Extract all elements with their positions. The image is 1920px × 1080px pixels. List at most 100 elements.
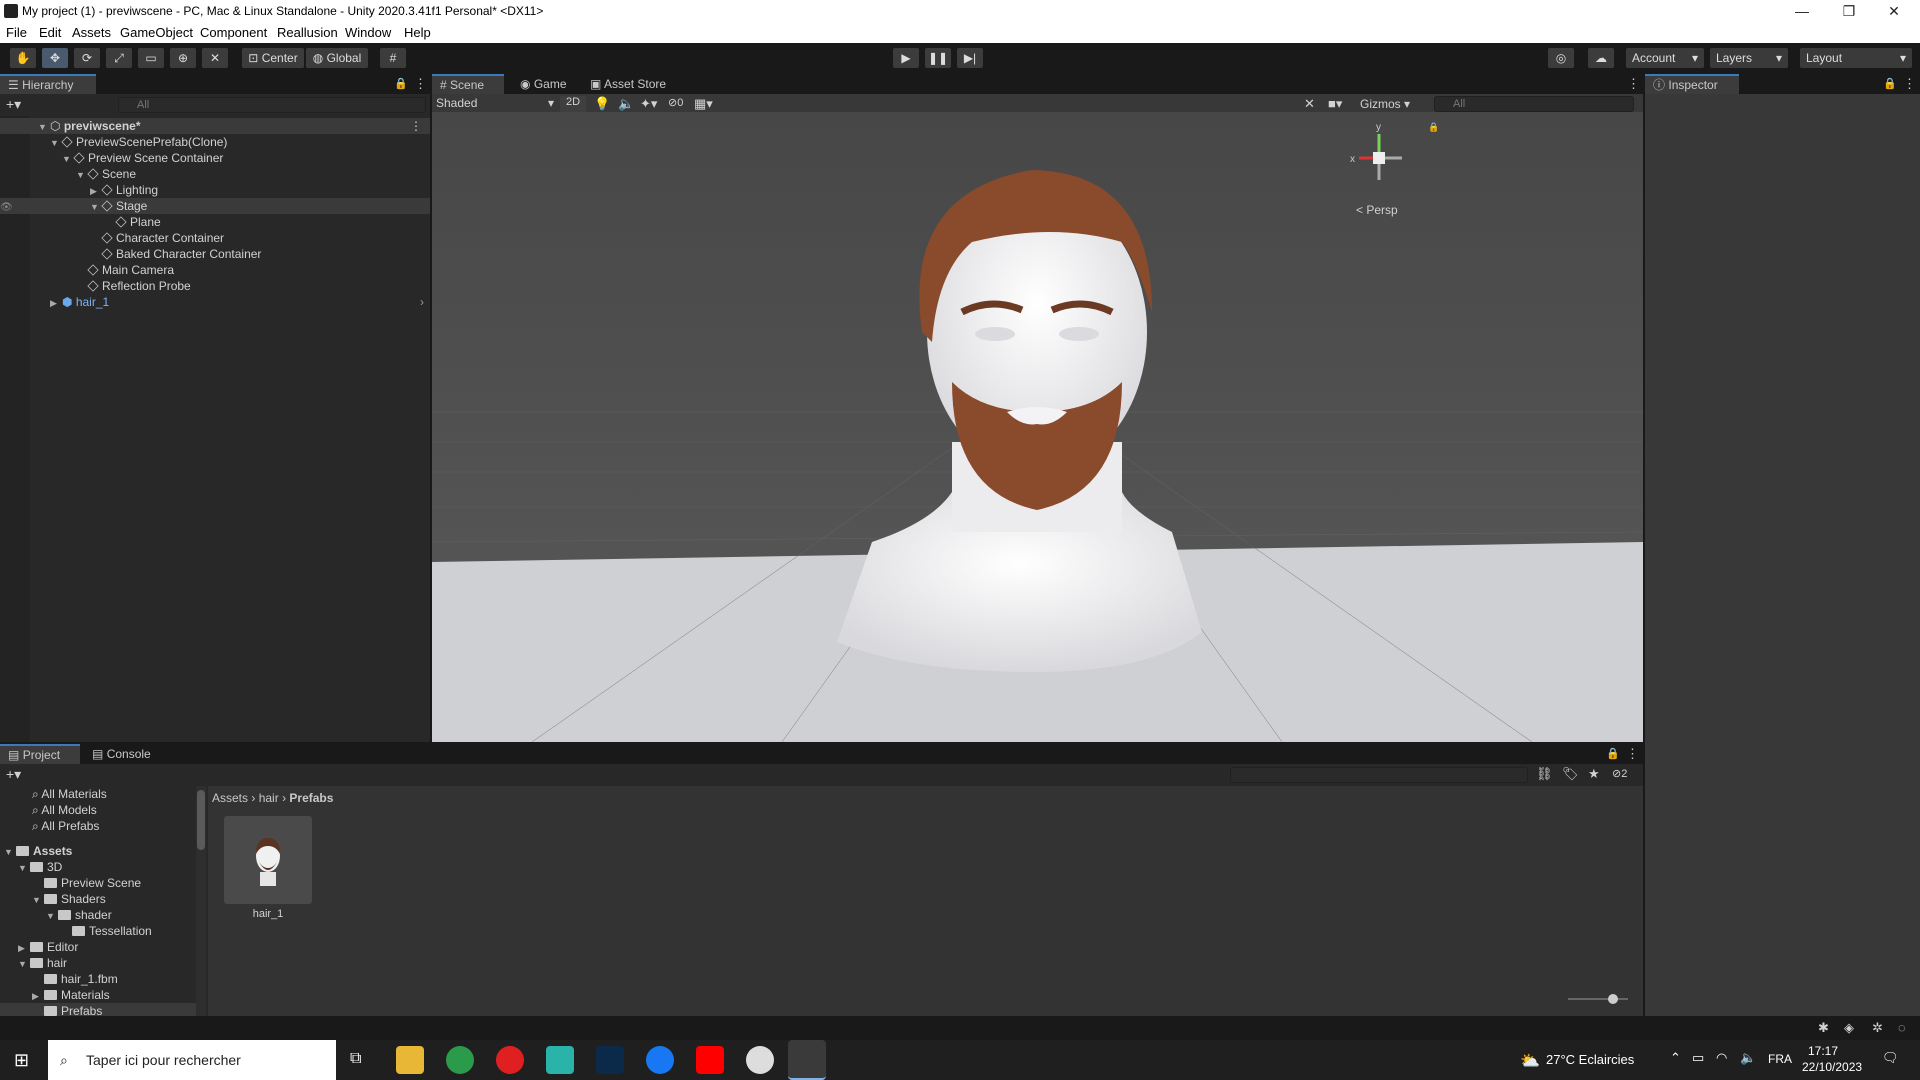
kebab-menu-icon[interactable]: ⋮ [414, 76, 427, 92]
folder-item[interactable]: ▶ Materials [0, 987, 196, 1003]
breadcrumb-prefabs[interactable]: Prefabs [289, 791, 333, 805]
tab-game[interactable]: ◉ Game [512, 74, 576, 94]
tab-scene[interactable]: # Scene [432, 74, 504, 94]
folder-item[interactable]: Tessellation [0, 923, 196, 939]
weather-label[interactable]: 27°C Eclaircies [1546, 1052, 1634, 1067]
menu-file[interactable]: File [6, 25, 27, 40]
hidden-packages-toggle[interactable]: ⊘2 [1612, 767, 1627, 780]
folder-item[interactable]: hair_1.fbm [0, 971, 196, 987]
expand-arrow-icon[interactable]: ▼ [46, 908, 58, 924]
hierarchy-item[interactable]: ▼ ⬡ previwscene* ⋮ [0, 118, 430, 134]
menu-edit[interactable]: Edit [39, 25, 61, 40]
kebab-menu-icon[interactable]: ⋮ [410, 118, 422, 134]
rect-tool-button[interactable]: ▭ [138, 48, 164, 68]
menu-reallusion[interactable]: Reallusion [277, 25, 338, 40]
effects-toggle-icon[interactable]: ✦▾ [640, 96, 657, 112]
snap-button[interactable]: # [380, 48, 406, 68]
tab-inspector[interactable]: ⓘ Inspector [1645, 74, 1739, 94]
folder-item[interactable]: ▼ shader [0, 907, 196, 923]
custom-tool-button[interactable]: ✕ [202, 48, 228, 68]
folder-tree-scrollbar[interactable] [196, 786, 206, 1016]
wifi-icon[interactable]: ◠ [1716, 1050, 1727, 1066]
step-button[interactable]: ▶| [957, 48, 983, 68]
speaker-icon[interactable]: 🔈 [1740, 1050, 1756, 1066]
expand-arrow-icon[interactable]: ▶ [32, 988, 44, 1004]
kebab-menu-icon[interactable]: ⋮ [1903, 76, 1916, 92]
folder-item[interactable]: ▼ 3D [0, 859, 196, 875]
language-indicator[interactable]: FRA [1768, 1052, 1792, 1066]
file-explorer-icon[interactable] [396, 1046, 424, 1074]
hierarchy-item[interactable]: ▶ ⬢ hair_1 › [0, 294, 430, 310]
expand-arrow-icon[interactable]: ▼ [50, 135, 62, 151]
zoom-slider[interactable] [1568, 994, 1628, 1004]
menu-assets[interactable]: Assets [72, 25, 111, 40]
folder-item[interactable]: Prefabs [0, 1003, 196, 1016]
menu-window[interactable]: Window [345, 25, 391, 40]
pivot-toggle[interactable]: ⊡ Center [242, 48, 304, 68]
rotate-tool-button[interactable]: ⟳ [74, 48, 100, 68]
tab-hierarchy[interactable]: ☰ Hierarchy [0, 74, 96, 94]
toggle-2d-button[interactable]: 2D [560, 96, 586, 112]
task-view-icon[interactable]: ⧉ [350, 1050, 361, 1068]
play-button[interactable]: ▶ [893, 48, 919, 68]
shading-mode-dropdown[interactable]: Shaded ▾ [436, 96, 554, 112]
expand-arrow-icon[interactable]: ▶ [18, 940, 30, 956]
photoshop-icon[interactable] [596, 1046, 624, 1074]
breadcrumb-hair[interactable]: hair [259, 791, 279, 805]
cloud-button[interactable]: ☁ [1588, 48, 1614, 68]
expand-arrow-icon[interactable]: ▼ [4, 844, 16, 860]
hidden-objects-toggle[interactable]: ⊘0 [668, 96, 683, 109]
minimize-button[interactable]: — [1780, 0, 1824, 22]
hierarchy-item[interactable]: Reflection Probe [0, 278, 430, 294]
folder-item[interactable]: ▼ Shaders [0, 891, 196, 907]
create-asset-button[interactable]: +▾ [6, 766, 21, 783]
expand-arrow-icon[interactable]: ▼ [32, 892, 44, 908]
hierarchy-search-input[interactable]: All [118, 97, 426, 113]
lock-icon[interactable]: 🔒 [1883, 77, 1897, 90]
kebab-menu-icon[interactable]: ⋮ [1627, 76, 1640, 92]
grid-toggle-icon[interactable]: ▦▾ [694, 96, 713, 112]
gizmos-dropdown[interactable]: Gizmos ▾ [1360, 97, 1410, 111]
expand-arrow-icon[interactable]: ▶ [90, 183, 102, 199]
move-tool-button[interactable]: ✥ [42, 48, 68, 68]
tab-project[interactable]: ▤ Project [0, 744, 80, 764]
camera-icon[interactable]: ■▾ [1328, 96, 1342, 112]
filter-type-icon[interactable]: ⛓ [1536, 766, 1553, 782]
facebook-icon[interactable] [646, 1046, 674, 1074]
projection-label[interactable]: < Persp [1356, 203, 1398, 217]
lock-icon[interactable]: 🔒 [394, 77, 408, 90]
scene-search-input[interactable]: All [1434, 96, 1634, 112]
meet-icon[interactable]: ▭ [1692, 1050, 1704, 1066]
folder-item[interactable]: ▶ Editor [0, 939, 196, 955]
expand-arrow-icon[interactable]: ▼ [76, 167, 88, 183]
hierarchy-item[interactable]: Main Camera [0, 262, 430, 278]
scale-tool-button[interactable]: ⤢ [106, 48, 132, 68]
tools-icon[interactable]: ✕ [1304, 96, 1315, 112]
folder-item[interactable]: ▼ hair [0, 955, 196, 971]
clock-time[interactable]: 17:17 [1808, 1044, 1838, 1058]
hierarchy-item[interactable]: 👁 ▼ Stage [0, 198, 430, 214]
unity-editor-icon[interactable] [788, 1040, 826, 1080]
unity-hub-icon[interactable] [746, 1046, 774, 1074]
taskbar-search-input[interactable]: ⌕ Taper ici pour rechercher [48, 1040, 336, 1080]
debug-icon[interactable]: ✲ [1872, 1020, 1883, 1036]
hierarchy-item[interactable]: Plane [0, 214, 430, 230]
zoom-slider-handle[interactable] [1608, 994, 1618, 1004]
audio-toggle-icon[interactable]: 🔈 [618, 96, 634, 112]
favorite-item[interactable]: ⌕ All Models [0, 802, 196, 818]
favorite-item[interactable]: ⌕ All Materials [0, 786, 196, 802]
hierarchy-item[interactable]: ▼ PreviewScenePrefab(Clone) [0, 134, 430, 150]
bug-off-icon[interactable]: ✱ [1818, 1020, 1829, 1036]
close-button[interactable]: ✕ [1872, 0, 1916, 22]
folder-item[interactable]: ▼ Assets [0, 843, 196, 859]
favorite-star-icon[interactable]: ★ [1588, 766, 1600, 782]
expand-arrow-icon[interactable]: ▶ [50, 295, 62, 311]
hierarchy-item[interactable]: ▼ Preview Scene Container [0, 150, 430, 166]
tab-console[interactable]: ▤ Console [84, 744, 164, 764]
transform-tool-button[interactable]: ⊕ [170, 48, 196, 68]
scene-viewport[interactable]: y x 🔒 < Persp [432, 112, 1643, 742]
collab-button[interactable]: ◎ [1548, 48, 1574, 68]
progress-icon[interactable]: ◌ [1898, 1020, 1906, 1035]
hierarchy-item[interactable]: ▼ Scene [0, 166, 430, 182]
hand-tool-button[interactable]: ✋ [10, 48, 36, 68]
